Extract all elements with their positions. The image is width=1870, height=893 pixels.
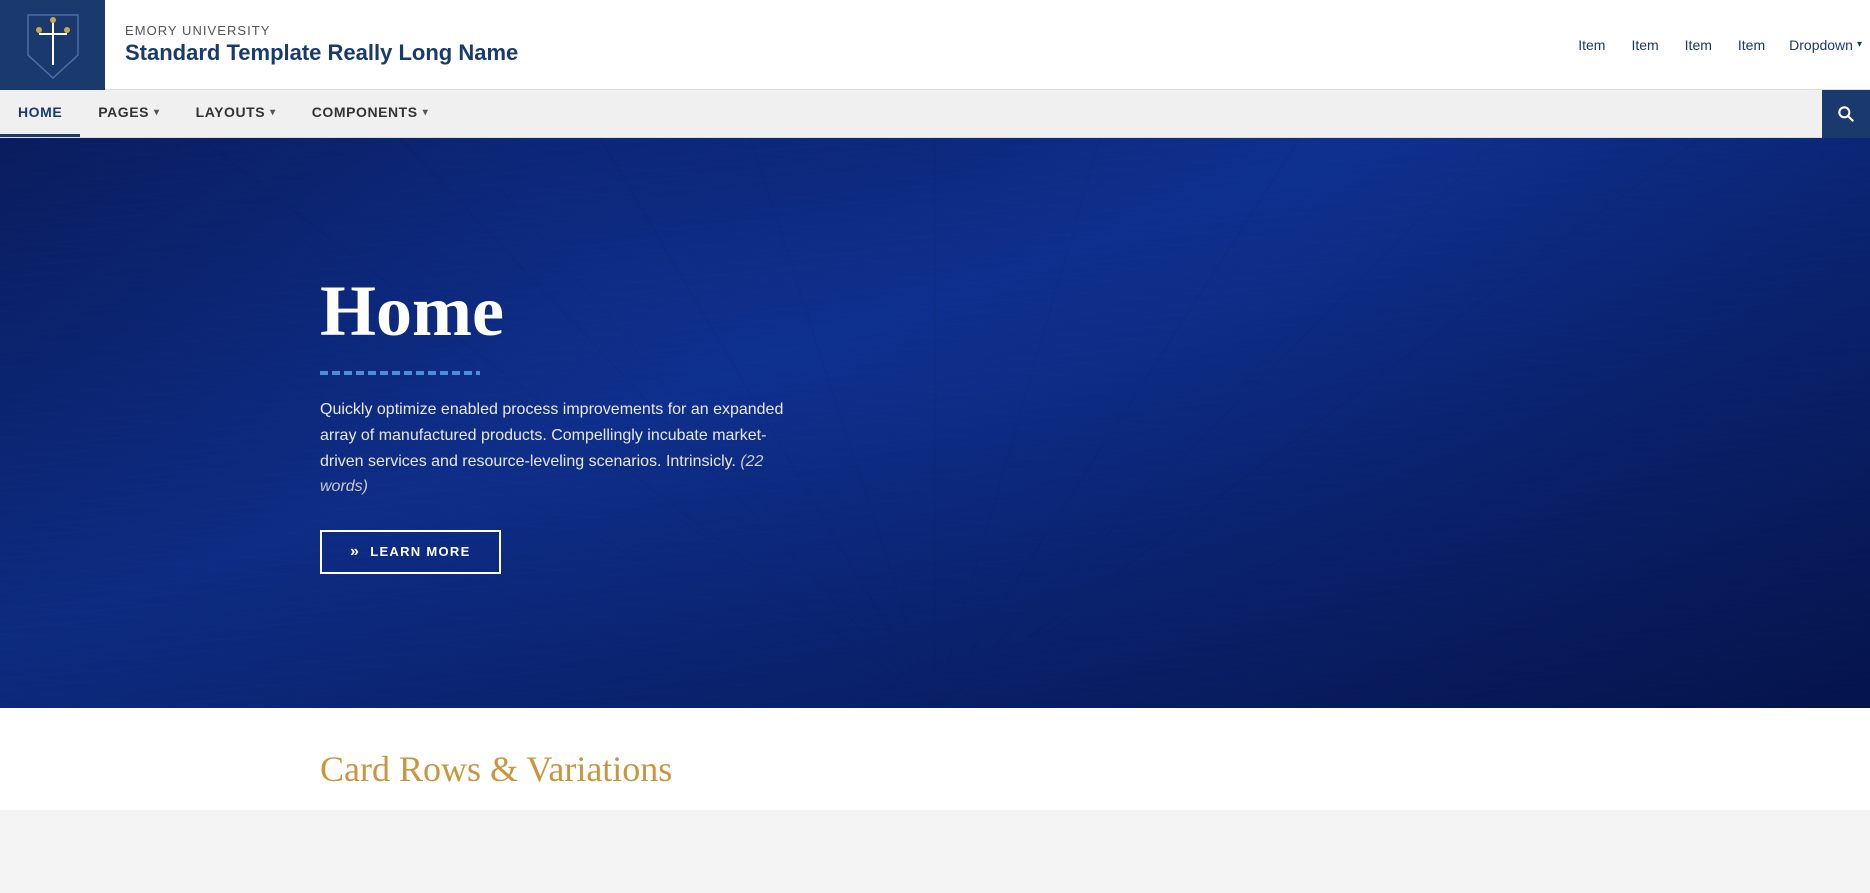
site-title: Standard Template Really Long Name bbox=[125, 40, 518, 66]
hero-content: Home Quickly optimize enabled process im… bbox=[0, 272, 800, 574]
search-icon bbox=[1836, 104, 1856, 124]
cards-section: Card Rows & Variations bbox=[0, 708, 1870, 810]
hero-divider bbox=[320, 371, 480, 375]
nav-pages-caret-icon: ▾ bbox=[154, 107, 160, 118]
nav-pages[interactable]: PAGES ▾ bbox=[80, 90, 177, 137]
nav-home-label: HOME bbox=[18, 104, 62, 120]
nav-layouts-label: LAYOUTS bbox=[196, 104, 266, 120]
top-bar: EMORY UNIVERSITY Standard Template Reall… bbox=[0, 0, 1870, 90]
nav-components-caret-icon: ▾ bbox=[423, 107, 429, 118]
hero-description: Quickly optimize enabled process improve… bbox=[320, 397, 800, 499]
nav-pages-label: PAGES bbox=[98, 104, 149, 120]
nav-components[interactable]: COMPONENTS ▾ bbox=[294, 90, 447, 137]
secondary-nav-items: HOME PAGES ▾ LAYOUTS ▾ COMPONENTS ▾ bbox=[0, 90, 1822, 137]
top-nav-dropdown-label: Dropdown bbox=[1789, 37, 1853, 53]
nav-components-label: COMPONENTS bbox=[312, 104, 418, 120]
brand-text: EMORY UNIVERSITY Standard Template Reall… bbox=[105, 23, 518, 66]
logo-box bbox=[0, 0, 105, 90]
hero-section: Home Quickly optimize enabled process im… bbox=[0, 138, 1870, 708]
hero-btn-chevron-icon: » bbox=[350, 544, 360, 560]
hero-title: Home bbox=[320, 272, 800, 351]
university-name: EMORY UNIVERSITY bbox=[125, 23, 518, 38]
top-nav-item-2[interactable]: Item bbox=[1621, 33, 1668, 57]
dropdown-caret-icon: ▾ bbox=[1857, 39, 1862, 50]
nav-layouts-caret-icon: ▾ bbox=[270, 107, 276, 118]
top-nav-dropdown[interactable]: Dropdown ▾ bbox=[1781, 33, 1870, 57]
top-nav: Item Item Item Item Dropdown ▾ bbox=[1568, 33, 1870, 57]
nav-layouts[interactable]: LAYOUTS ▾ bbox=[178, 90, 294, 137]
top-nav-item-4[interactable]: Item bbox=[1728, 33, 1775, 57]
hero-learn-more-button[interactable]: » LEARN MORE bbox=[320, 530, 501, 574]
logo-icon bbox=[23, 10, 83, 80]
search-button[interactable] bbox=[1822, 90, 1870, 138]
nav-home[interactable]: HOME bbox=[0, 90, 80, 137]
brand-area: EMORY UNIVERSITY Standard Template Reall… bbox=[0, 0, 518, 89]
secondary-nav: HOME PAGES ▾ LAYOUTS ▾ COMPONENTS ▾ bbox=[0, 90, 1870, 138]
top-nav-item-1[interactable]: Item bbox=[1568, 33, 1615, 57]
cards-section-title: Card Rows & Variations bbox=[320, 748, 1550, 790]
top-nav-item-3[interactable]: Item bbox=[1675, 33, 1722, 57]
hero-btn-label: LEARN MORE bbox=[370, 544, 470, 559]
